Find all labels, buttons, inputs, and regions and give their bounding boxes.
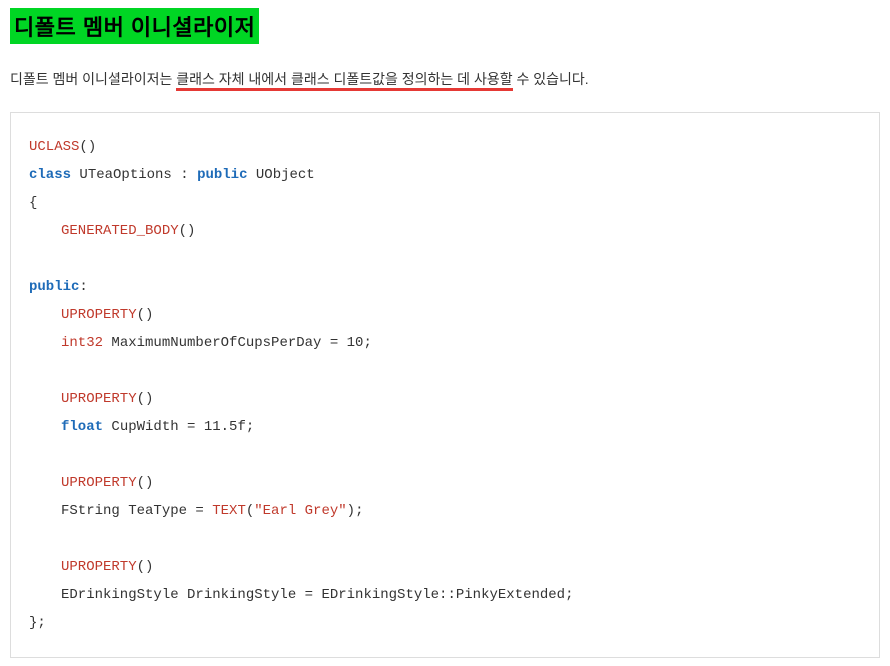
section-heading: 디폴트 멤버 이니셜라이저 xyxy=(10,8,259,44)
tok-uclass: UCLASS xyxy=(29,139,79,155)
tok-line4: EDrinkingStyle DrinkingStyle = EDrinking… xyxy=(61,587,573,603)
tok-classname: UTeaOptions xyxy=(79,167,171,183)
tok-line2: CupWidth = 11.5f; xyxy=(103,419,254,435)
tok-paren: () xyxy=(137,391,154,407)
desc-underlined: 클래스 자체 내에서 클래스 디폴트값을 정의하는 데 사용할 xyxy=(176,71,512,91)
tok-open-brace: { xyxy=(29,195,37,211)
tok-text-close: ); xyxy=(347,503,364,519)
code-block: UCLASS() class UTeaOptions : public UObj… xyxy=(10,112,880,658)
tok-uproperty: UPROPERTY xyxy=(61,559,137,575)
tok-public-colon: : xyxy=(79,279,87,295)
tok-public-label: public xyxy=(29,279,79,295)
tok-string: "Earl Grey" xyxy=(254,503,346,519)
tok-paren: () xyxy=(137,475,154,491)
tok-text-macro: TEXT xyxy=(212,503,246,519)
tok-uproperty: UPROPERTY xyxy=(61,307,137,323)
tok-text-open: ( xyxy=(246,503,254,519)
section-description: 디폴트 멤버 이니셜라이저는 클래스 자체 내에서 클래스 디폴트값을 정의하는… xyxy=(10,68,880,90)
code-content: UCLASS() class UTeaOptions : public UObj… xyxy=(29,133,861,637)
tok-class-kw: class xyxy=(29,167,71,183)
tok-paren: () xyxy=(79,139,96,155)
tok-base: UObject xyxy=(247,167,314,183)
tok-paren: () xyxy=(137,559,154,575)
tok-uproperty: UPROPERTY xyxy=(61,391,137,407)
tok-line1: MaximumNumberOfCupsPerDay = 10; xyxy=(103,335,372,351)
tok-genbody: GENERATED_BODY xyxy=(61,223,179,239)
desc-suffix: 수 있습니다. xyxy=(513,71,589,87)
desc-prefix: 디폴트 멤버 이니셜라이저는 xyxy=(10,71,176,87)
tok-float: float xyxy=(61,419,103,435)
tok-fstring: FString TeaType = xyxy=(61,503,212,519)
tok-uproperty: UPROPERTY xyxy=(61,475,137,491)
tok-paren: () xyxy=(179,223,196,239)
tok-int32: int32 xyxy=(61,335,103,351)
tok-close-brace: }; xyxy=(29,615,46,631)
tok-colon: : xyxy=(172,167,197,183)
tok-paren: () xyxy=(137,307,154,323)
tok-public-kw: public xyxy=(197,167,247,183)
